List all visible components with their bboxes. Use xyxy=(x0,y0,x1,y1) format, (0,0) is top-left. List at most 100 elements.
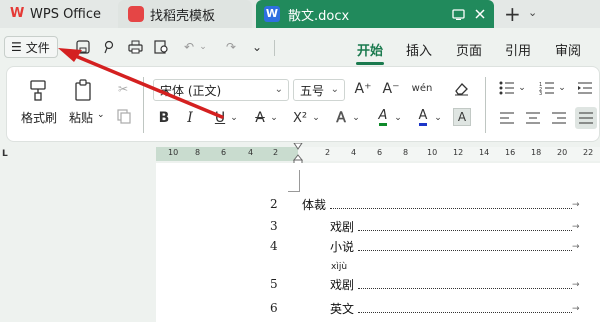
toc-entry[interactable]: 戏剧 xyxy=(330,276,354,293)
underline-button[interactable]: U xyxy=(211,109,229,127)
menu-icon: ☰ xyxy=(11,40,22,54)
chevron-down-icon[interactable]: ⌄ xyxy=(248,38,266,56)
toc-page-number: 3 xyxy=(270,219,278,233)
copy-icon[interactable] xyxy=(115,107,133,125)
ruler-tick: 20 xyxy=(557,148,568,157)
toc-leader xyxy=(330,208,572,209)
chevron-down-icon[interactable]: ⌄ xyxy=(557,81,567,95)
tab-arrow-icon: → xyxy=(572,200,580,210)
tab-label: 找稻壳模板 xyxy=(150,8,216,24)
document-page[interactable] xyxy=(156,163,600,322)
margin-corner-mark xyxy=(288,170,300,192)
bold-button[interactable]: B xyxy=(155,109,173,127)
chevron-down-icon[interactable]: ⌄ xyxy=(433,111,443,125)
undo-dropdown-icon[interactable]: ⌄ xyxy=(194,38,212,56)
paste-dropdown-icon[interactable]: ⌄ xyxy=(97,110,105,120)
chevron-down-icon[interactable]: ⌄ xyxy=(517,81,527,95)
file-label: 文件 xyxy=(25,40,50,55)
chevron-down-icon[interactable]: ⌄ xyxy=(311,111,321,125)
phonetic-guide-icon[interactable]: wén xyxy=(409,77,435,99)
ruler-tick: 8 xyxy=(195,148,201,157)
justify-icon[interactable] xyxy=(575,107,597,129)
font-size-value: 五号 xyxy=(300,83,325,98)
bullet-list-icon[interactable] xyxy=(497,79,517,97)
chevron-down-icon[interactable]: ⌄ xyxy=(269,111,279,125)
pinyin-annotation: xìjù xyxy=(331,262,348,272)
strikethrough-button[interactable]: A xyxy=(251,109,269,127)
align-left-icon[interactable] xyxy=(497,109,517,127)
docer-logo-icon xyxy=(128,6,144,22)
toc-page-number: 6 xyxy=(270,301,278,315)
tab-references[interactable]: 引用 xyxy=(505,40,531,59)
text-effect-button[interactable]: A xyxy=(331,109,351,127)
grow-font-icon[interactable]: A⁺ xyxy=(353,79,373,99)
toc-entry[interactable]: 体裁 xyxy=(302,196,326,213)
format-painter-label[interactable]: 格式刷 xyxy=(21,109,57,126)
font-color-button[interactable]: A xyxy=(413,107,433,127)
redo-icon[interactable]: ↷ xyxy=(222,38,240,56)
ruler-tick: 14 xyxy=(479,148,490,157)
chevron-down-icon: ⌄ xyxy=(274,84,283,95)
chevron-down-icon[interactable]: ⌄ xyxy=(393,111,403,125)
numbered-list-icon[interactable]: 123 xyxy=(537,79,557,97)
window-icon[interactable] xyxy=(450,6,466,22)
tab-arrow-icon: → xyxy=(572,304,580,314)
file-menu-button[interactable]: ☰ 文件 xyxy=(4,36,58,58)
format-painter-icon[interactable] xyxy=(25,77,51,103)
indent-marker-icon[interactable] xyxy=(293,143,303,165)
ruler-tick: 4 xyxy=(248,148,254,157)
export-pdf-icon[interactable] xyxy=(100,38,118,56)
ruler-tick: 10 xyxy=(168,148,179,157)
horizontal-ruler[interactable]: 10 8 6 4 2 2 4 6 8 10 12 14 16 18 20 22 xyxy=(156,143,600,165)
toc-entry[interactable]: 英文 xyxy=(330,300,354,317)
tab-review[interactable]: 审阅 xyxy=(555,40,581,59)
character-shading-button[interactable]: A xyxy=(453,108,471,126)
shrink-font-icon[interactable]: A⁻ xyxy=(381,79,401,99)
ruler-tick: 2 xyxy=(273,148,279,157)
paste-label[interactable]: 粘贴 xyxy=(69,109,93,126)
tab-page[interactable]: 页面 xyxy=(456,40,482,59)
print-preview-icon[interactable] xyxy=(152,38,170,56)
tab-stop-selector[interactable]: L xyxy=(2,149,8,159)
toc-page-number: 2 xyxy=(270,197,278,211)
chevron-down-icon[interactable]: ⌄ xyxy=(351,111,361,125)
cut-icon[interactable]: ✂ xyxy=(113,79,133,99)
divider xyxy=(274,40,275,56)
svg-text:3: 3 xyxy=(539,91,542,95)
font-name-select[interactable]: 宋体 (正文) ⌄ xyxy=(153,79,289,101)
tab-template[interactable]: 找稻壳模板 xyxy=(118,0,252,28)
chevron-down-icon[interactable]: ⌄ xyxy=(229,111,239,125)
font-size-select[interactable]: 五号 ⌄ xyxy=(293,79,345,101)
tab-wps-office[interactable]: W WPS Office xyxy=(0,0,114,28)
ruler-tick: 10 xyxy=(427,148,438,157)
close-icon[interactable] xyxy=(472,6,488,22)
highlight-glyph: A xyxy=(378,108,388,126)
indent-icon[interactable] xyxy=(575,79,595,97)
paste-icon[interactable] xyxy=(71,77,97,103)
tab-insert[interactable]: 插入 xyxy=(406,40,432,59)
chevron-down-icon: ⌄ xyxy=(330,84,339,95)
ruler-text-area xyxy=(298,147,600,161)
align-right-icon[interactable] xyxy=(549,109,569,127)
ruler-tick: 8 xyxy=(403,148,409,157)
chevron-down-icon[interactable]: ⌄ xyxy=(528,6,537,19)
quick-access-toolbar: ☰ 文件 ↶ ⌄ ↷ ⌄ 开始 插入 页面 引用 审阅 xyxy=(0,28,600,66)
tab-document[interactable]: W 散文.docx xyxy=(256,0,494,28)
font-name-value: 宋体 (正文) xyxy=(160,83,222,98)
tab-arrow-icon: → xyxy=(572,280,580,290)
save-icon[interactable] xyxy=(74,38,92,56)
active-tab-indicator xyxy=(356,62,384,65)
print-icon[interactable] xyxy=(126,38,144,56)
italic-button[interactable]: I xyxy=(181,109,199,127)
highlight-button[interactable]: A xyxy=(373,107,393,127)
tab-home[interactable]: 开始 xyxy=(357,40,383,59)
superscript-button[interactable]: X² xyxy=(289,109,311,127)
align-center-icon[interactable] xyxy=(523,109,543,127)
clear-format-icon[interactable] xyxy=(451,79,471,99)
new-tab-plus-icon[interactable]: + xyxy=(504,2,521,26)
toc-entry[interactable]: 戏剧 xyxy=(330,218,354,235)
toc-entry[interactable]: 小说 xyxy=(330,238,354,255)
tab-label: 散文.docx xyxy=(288,8,350,24)
toc-page-number: 4 xyxy=(270,239,278,253)
font-color-glyph: A xyxy=(418,108,428,126)
